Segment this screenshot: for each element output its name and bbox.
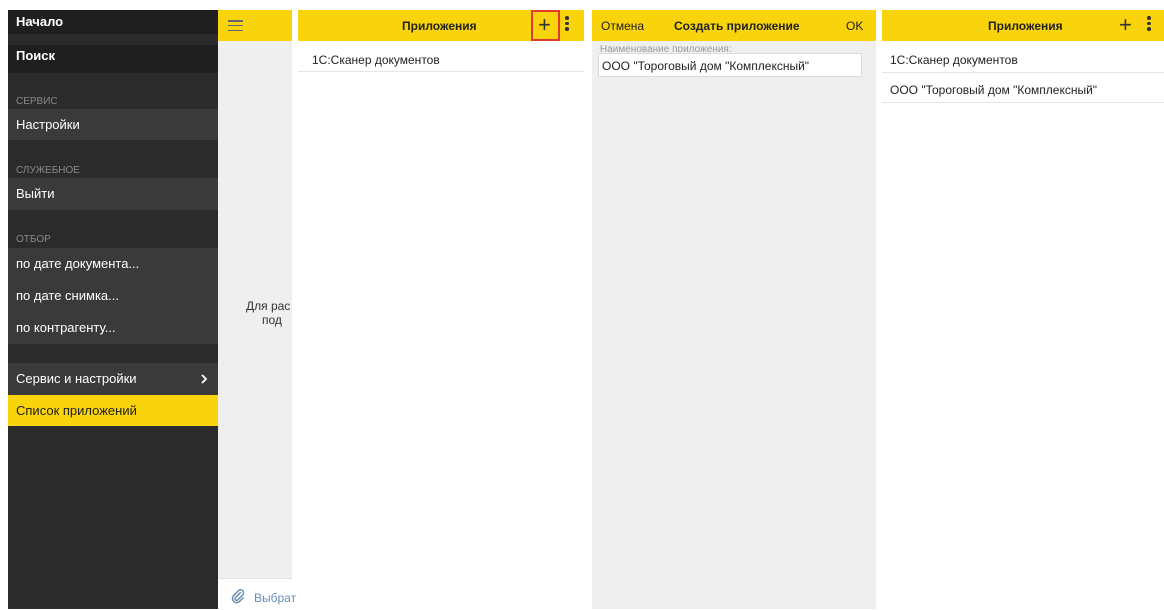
hint-line-1: Для рас: [246, 299, 291, 313]
menu-item-service-settings[interactable]: Сервис и настройки: [8, 363, 218, 395]
menu-item-start[interactable]: Начало: [8, 10, 218, 34]
section-utility: СЛУЖЕБНОЕ: [16, 165, 80, 176]
main-screen-header: [218, 10, 292, 41]
create-app-panel: Отмена Создать приложение OK Наименовани…: [592, 10, 876, 609]
ok-button[interactable]: OK: [846, 19, 863, 33]
filter-by-document-date-label: по дате документа...: [16, 256, 140, 271]
menu-item-service-settings-label: Сервис и настройки: [16, 371, 137, 386]
filter-by-snapshot-date-label: по дате снимка...: [16, 288, 119, 303]
menu-item-exit[interactable]: Выйти: [8, 178, 218, 210]
menu-item-app-list[interactable]: Список приложений: [8, 395, 218, 426]
create-app-header: Отмена Создать приложение OK: [592, 10, 876, 41]
more-vertical-icon[interactable]: [565, 16, 569, 33]
apps-panel-after-title: Приложения: [988, 19, 1063, 33]
main-screen-hint: Для рас под: [246, 299, 290, 327]
attach-button-label[interactable]: Выбрат: [254, 591, 296, 605]
hint-line-2: под: [262, 313, 282, 327]
filter-by-snapshot-date[interactable]: по дате снимка...: [8, 280, 218, 312]
menu-item-search[interactable]: Поиск: [8, 45, 218, 73]
side-menu: Начало Поиск СЕРВИС Настройки СЛУЖЕБНОЕ …: [8, 10, 218, 609]
apps-panel-header: Приложения +: [298, 10, 584, 41]
app-name-input[interactable]: ООО "Тороговый дом "Комплексный": [598, 53, 862, 77]
filter-by-counterparty[interactable]: по контрагенту...: [8, 312, 218, 344]
filter-by-counterparty-label: по контрагенту...: [16, 320, 116, 335]
list-item[interactable]: 1С:Сканер документов: [298, 53, 584, 72]
cancel-button[interactable]: Отмена: [601, 19, 644, 33]
menu-item-start-label: Начало: [16, 14, 64, 29]
add-app-icon[interactable]: +: [1119, 14, 1132, 36]
menu-item-settings[interactable]: Настройки: [8, 109, 218, 140]
filter-by-document-date[interactable]: по дате документа...: [8, 248, 218, 280]
app-name-label: Наименование приложения:: [600, 44, 732, 52]
apps-panel-title: Приложения: [402, 19, 477, 33]
apps-panel-after: Приложения + 1С:Сканер документов ООО "Т…: [882, 10, 1164, 609]
list-item[interactable]: 1С:Сканер документов: [882, 53, 1164, 73]
paperclip-icon[interactable]: [230, 588, 246, 604]
create-app-title: Создать приложение: [674, 19, 800, 33]
menu-item-exit-label: Выйти: [16, 186, 55, 201]
hamburger-menu-icon[interactable]: [228, 20, 243, 32]
add-app-icon[interactable]: +: [538, 14, 551, 36]
menu-item-settings-label: Настройки: [16, 117, 80, 132]
list-item[interactable]: ООО "Тороговый дом "Комплексный": [882, 83, 1164, 103]
apps-panel: Приложения + 1С:Сканер документов: [298, 10, 584, 609]
apps-panel-after-header: Приложения +: [882, 10, 1164, 41]
section-filter: ОТБОР: [16, 234, 51, 245]
menu-item-search-label: Поиск: [16, 48, 56, 63]
section-service: СЕРВИС: [16, 96, 58, 107]
more-vertical-icon[interactable]: [1147, 16, 1151, 33]
menu-item-app-list-label: Список приложений: [16, 403, 137, 418]
